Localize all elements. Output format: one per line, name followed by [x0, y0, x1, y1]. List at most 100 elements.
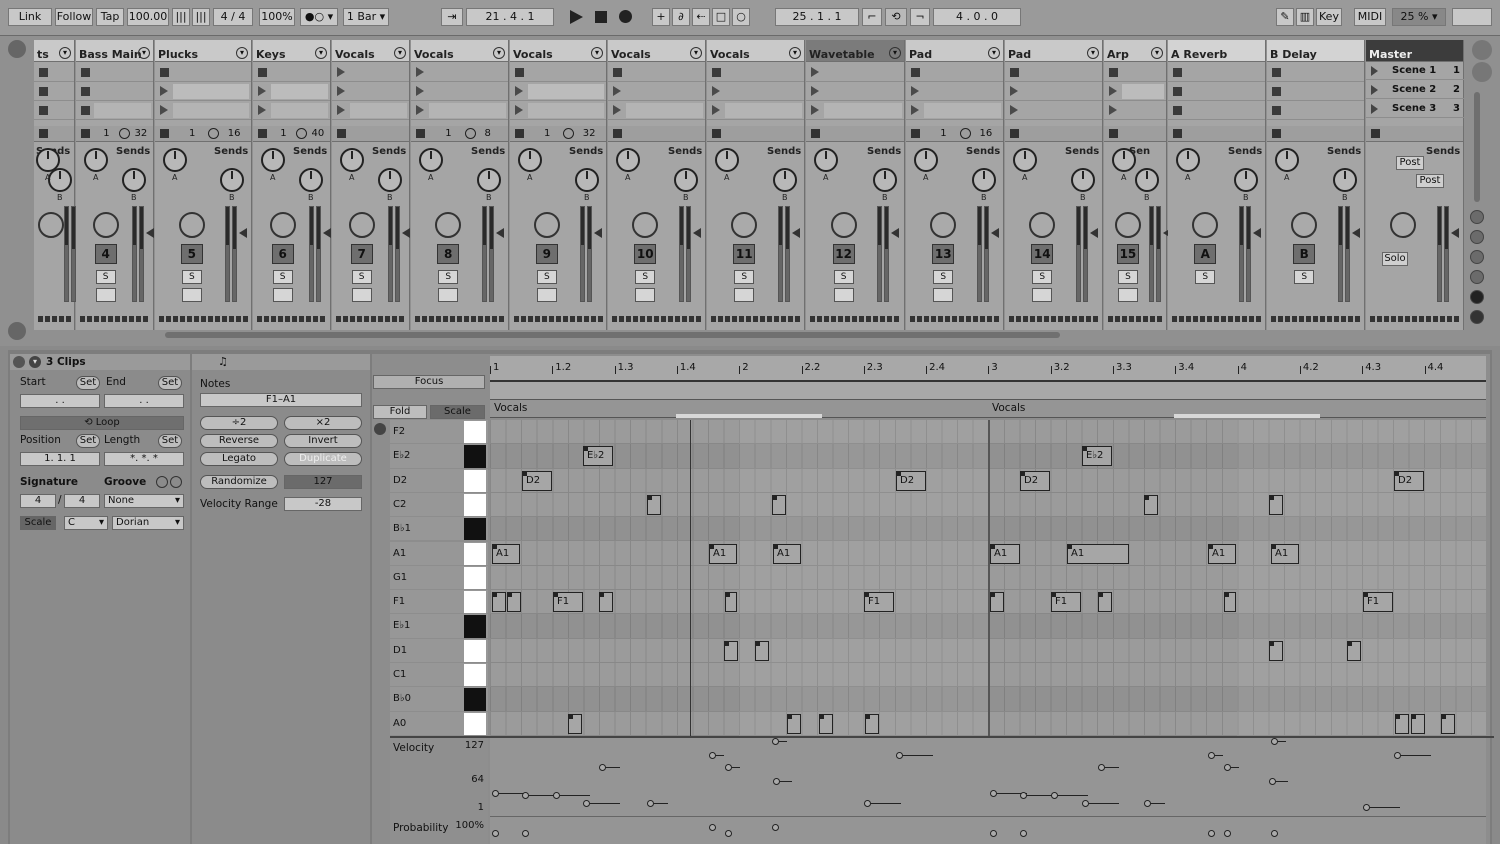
arm-icon[interactable] — [1272, 129, 1281, 138]
track-activator[interactable]: 12 — [832, 244, 855, 264]
solo-button[interactable]: S — [1117, 270, 1138, 284]
stop-button-icon[interactable] — [160, 68, 169, 77]
send-a-knob[interactable] — [616, 148, 640, 172]
piano-key-row[interactable]: G1 — [390, 565, 488, 591]
probability-handle[interactable] — [1020, 829, 1027, 837]
loop-region-marker[interactable] — [676, 414, 822, 418]
white-key[interactable] — [464, 591, 486, 614]
arm-record-icon[interactable] — [351, 288, 372, 302]
pan-knob[interactable] — [348, 212, 375, 238]
stop-button-icon[interactable] — [1272, 68, 1281, 77]
volume-fader-icon[interactable] — [495, 228, 504, 238]
midi-note[interactable]: A1 — [492, 543, 520, 564]
clip-slot[interactable] — [155, 102, 251, 120]
midi-note[interactable] — [1098, 592, 1112, 613]
midi-note[interactable] — [755, 640, 769, 661]
clip[interactable] — [528, 84, 604, 99]
midi-note[interactable] — [1269, 640, 1283, 661]
chevron-down-icon[interactable]: ▾ — [591, 47, 603, 59]
automation-arm-icon[interactable]: ∂ — [672, 8, 690, 26]
clip-slot[interactable] — [155, 83, 251, 101]
pan-knob[interactable] — [1390, 212, 1417, 238]
track-activator[interactable]: 5 — [180, 244, 203, 264]
clip-slot[interactable] — [1168, 102, 1265, 120]
length-field[interactable]: *. *. * — [104, 452, 184, 466]
play-clip-icon[interactable] — [416, 105, 424, 115]
play-clip-icon[interactable] — [515, 86, 523, 96]
clip-slot[interactable] — [1267, 64, 1364, 82]
send-b-knob[interactable] — [1071, 168, 1095, 192]
chevron-down-icon[interactable]: ▾ — [236, 47, 248, 59]
send-a-knob[interactable] — [340, 148, 364, 172]
midi-note[interactable] — [647, 494, 661, 515]
chevron-down-icon[interactable]: ▾ — [138, 47, 150, 59]
double-button[interactable]: ×2 — [284, 416, 362, 430]
mixer-toggle-icon[interactable] — [1470, 270, 1484, 284]
midi-note[interactable]: F1 — [1051, 592, 1081, 613]
arm-icon[interactable] — [811, 129, 820, 138]
solo-button[interactable]: S — [635, 270, 656, 284]
input-channel[interactable]: 1 — [103, 128, 109, 139]
midi-note[interactable] — [492, 592, 506, 613]
clip[interactable] — [271, 84, 328, 99]
pan-knob[interactable] — [38, 212, 64, 238]
input-channel[interactable]: 1 — [940, 128, 946, 139]
midi-note[interactable]: A1 — [990, 543, 1020, 564]
clip[interactable] — [94, 103, 151, 118]
velocity-handle[interactable] — [773, 777, 780, 785]
arm-icon[interactable] — [337, 129, 346, 138]
track-activator[interactable]: 4 — [94, 244, 117, 264]
start-field[interactable]: . . — [20, 394, 100, 408]
scene-name[interactable]: Scene 3 — [1392, 103, 1436, 114]
midi-note[interactable] — [990, 592, 1004, 613]
send-b-knob[interactable] — [1234, 168, 1258, 192]
track-activator[interactable]: 13 — [932, 244, 955, 264]
scale-toggle[interactable]: Scale — [20, 516, 56, 530]
play-clip-icon[interactable] — [1010, 105, 1018, 115]
clip-slot[interactable] — [1104, 64, 1166, 82]
length-set-button[interactable]: Set — [158, 434, 182, 448]
send-a-knob[interactable] — [814, 148, 838, 172]
crossfade-assign[interactable] — [810, 316, 901, 322]
crossfade-assign[interactable] — [415, 316, 505, 322]
play-clip-icon[interactable] — [911, 86, 919, 96]
play-clip-icon[interactable] — [613, 86, 621, 96]
clip-slot[interactable] — [411, 64, 508, 82]
arm-record-icon[interactable] — [1117, 288, 1138, 302]
black-key[interactable] — [464, 615, 486, 638]
track-activator[interactable]: A — [1194, 244, 1217, 264]
volume-fader-icon[interactable] — [146, 228, 155, 238]
clip[interactable] — [626, 103, 703, 118]
volume-fader-icon[interactable] — [891, 228, 900, 238]
clip[interactable] — [1122, 84, 1164, 99]
send-b-knob[interactable] — [477, 168, 501, 192]
chevron-down-icon[interactable]: ▾ — [690, 47, 702, 59]
midi-note[interactable] — [1144, 494, 1158, 515]
volume-fader-icon[interactable] — [1450, 228, 1459, 238]
io-icon[interactable] — [1470, 210, 1484, 224]
play-clip-icon[interactable] — [1010, 86, 1018, 96]
clip-slot[interactable] — [332, 83, 409, 101]
crossfade-assign[interactable] — [612, 316, 702, 322]
browser-toggle-icon[interactable] — [8, 40, 26, 58]
white-key[interactable] — [464, 712, 486, 735]
piano-key-row[interactable]: A0 — [390, 711, 488, 736]
piano-key-row[interactable]: E♭2 — [390, 444, 488, 469]
piano-key-row[interactable]: F2 — [390, 420, 488, 445]
duplicate-button[interactable]: Duplicate — [284, 452, 362, 466]
clip-name[interactable]: Vocals — [992, 402, 1025, 414]
follow-arrow-icon[interactable]: ⇥ — [441, 8, 463, 26]
midi-note[interactable]: A1 — [1067, 543, 1129, 564]
key-map-button[interactable]: Key — [1316, 8, 1342, 26]
clip-slot[interactable] — [253, 64, 330, 82]
midi-note[interactable] — [787, 713, 801, 734]
clip-slot[interactable] — [510, 64, 606, 82]
clip-activator-icon[interactable] — [13, 356, 25, 368]
play-clip-icon[interactable] — [416, 86, 424, 96]
scene-row[interactable]: Scene 1 1 — [1366, 62, 1464, 80]
input-knob-icon[interactable] — [208, 128, 220, 139]
chevron-down-icon[interactable]: ▾ — [789, 47, 801, 59]
play-clip-icon[interactable] — [613, 105, 621, 115]
volume-fader-icon[interactable] — [692, 228, 701, 238]
pan-knob[interactable] — [269, 212, 296, 238]
